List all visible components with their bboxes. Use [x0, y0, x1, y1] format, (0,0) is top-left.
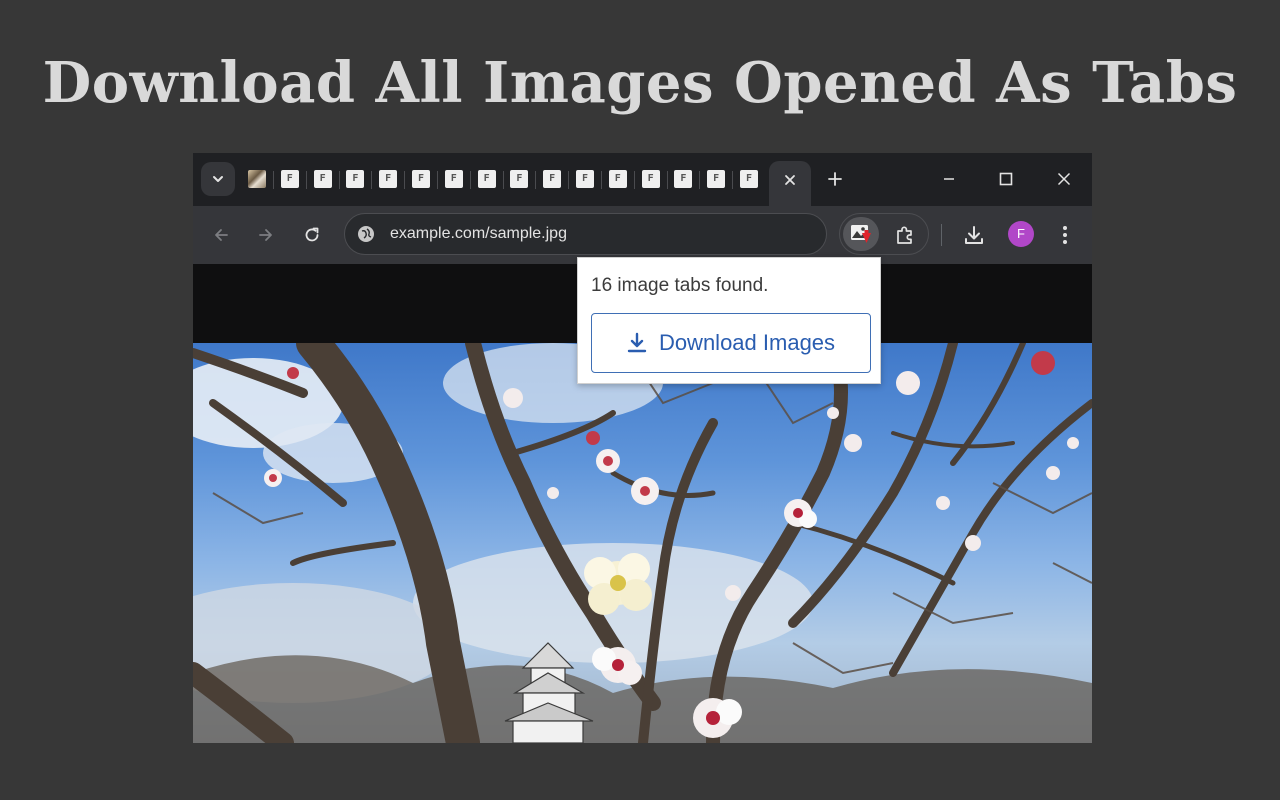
tab-separator [535, 171, 537, 189]
tab-separator [633, 171, 635, 189]
tab-separator [338, 171, 340, 189]
download-icon [627, 332, 647, 353]
tab-favicon[interactable]: F [477, 170, 496, 188]
tab-favicon[interactable]: F [444, 170, 463, 188]
puzzle-icon [897, 226, 912, 244]
back-button[interactable] [205, 219, 237, 251]
download-images-button[interactable]: Download Images [591, 313, 871, 373]
tab-favicon[interactable]: F [576, 170, 594, 188]
active-tab[interactable] [769, 161, 811, 206]
new-tab-button[interactable] [823, 167, 847, 191]
tab-favicon[interactable]: F [543, 170, 562, 188]
tab-favicon[interactable]: F [280, 170, 299, 188]
tab-search-button[interactable] [201, 162, 235, 196]
tab-favicon[interactable]: F [412, 170, 430, 188]
menu-button[interactable] [1049, 219, 1081, 251]
tab-favicon[interactable]: F [740, 170, 758, 188]
maximize-icon [999, 172, 1013, 186]
page-headline: Download All Images Opened As Tabs [42, 50, 1238, 116]
tab-favicon[interactable] [248, 170, 266, 188]
plus-icon [828, 172, 842, 186]
close-icon [1057, 172, 1071, 186]
download-images-label: Download Images [658, 330, 836, 355]
tab-separator [371, 171, 373, 189]
extensions-button[interactable] [890, 220, 920, 250]
close-window-button[interactable] [1051, 166, 1077, 192]
arrow-right-icon [259, 229, 272, 241]
extensions-area [839, 213, 929, 255]
toolbar-divider [941, 224, 942, 246]
tab-favicon[interactable]: F [608, 170, 627, 188]
tab-separator [502, 171, 504, 189]
tab-separator [437, 171, 438, 189]
address-bar[interactable]: example.com/sample.jpg [344, 213, 827, 255]
downloads-button[interactable] [958, 219, 990, 251]
tab-favicon[interactable]: F [674, 170, 693, 188]
more-vertical-icon [1063, 226, 1067, 244]
tab-separator [601, 171, 602, 189]
tab-favicon[interactable]: F [510, 170, 529, 188]
chevron-down-icon [213, 176, 223, 182]
site-info-icon[interactable] [357, 225, 375, 243]
tab-favicon[interactable]: F [313, 170, 332, 188]
browser-toolbar: example.com/sample.jpg F [193, 206, 1092, 264]
tab-close-button[interactable] [779, 169, 801, 191]
tab-separator [666, 171, 668, 189]
tab-separator [305, 171, 307, 189]
forward-button[interactable] [250, 219, 282, 251]
image-downloader-extension-button[interactable] [843, 217, 879, 251]
download-icon [965, 226, 983, 244]
tab-separator [699, 171, 701, 189]
arrow-left-icon [215, 229, 228, 241]
maximize-button[interactable] [993, 166, 1019, 192]
tab-favicon[interactable]: F [346, 170, 365, 188]
extension-popup: 16 image tabs found. Download Images [577, 257, 881, 384]
reload-icon [305, 227, 319, 242]
image-count-message: 16 image tabs found. [591, 275, 769, 296]
tab-separator [273, 171, 274, 189]
url-text: example.com/sample.jpg [390, 225, 567, 242]
tab-favicon[interactable]: F [641, 170, 660, 188]
close-icon [785, 175, 795, 185]
photo-artwork [193, 343, 1092, 743]
plum-blossom-photo [193, 343, 1092, 743]
tab-separator [469, 171, 471, 189]
profile-avatar[interactable]: F [1008, 221, 1034, 247]
tab-separator [568, 171, 570, 189]
minimize-icon [944, 178, 954, 180]
tab-separator [404, 171, 406, 189]
tab-strip: FFFFFFFFFFFFFFF [193, 153, 1092, 206]
tab-separator [732, 171, 734, 189]
minimize-button[interactable] [936, 166, 962, 192]
browser-window: FFFFFFFFFFFFFFF example.com/sample.jpg F [193, 153, 1092, 743]
tab-favicon[interactable]: F [379, 170, 398, 188]
reload-button[interactable] [296, 219, 328, 251]
image-download-extension-icon [851, 225, 871, 243]
tab-favicon[interactable]: F [707, 170, 726, 188]
